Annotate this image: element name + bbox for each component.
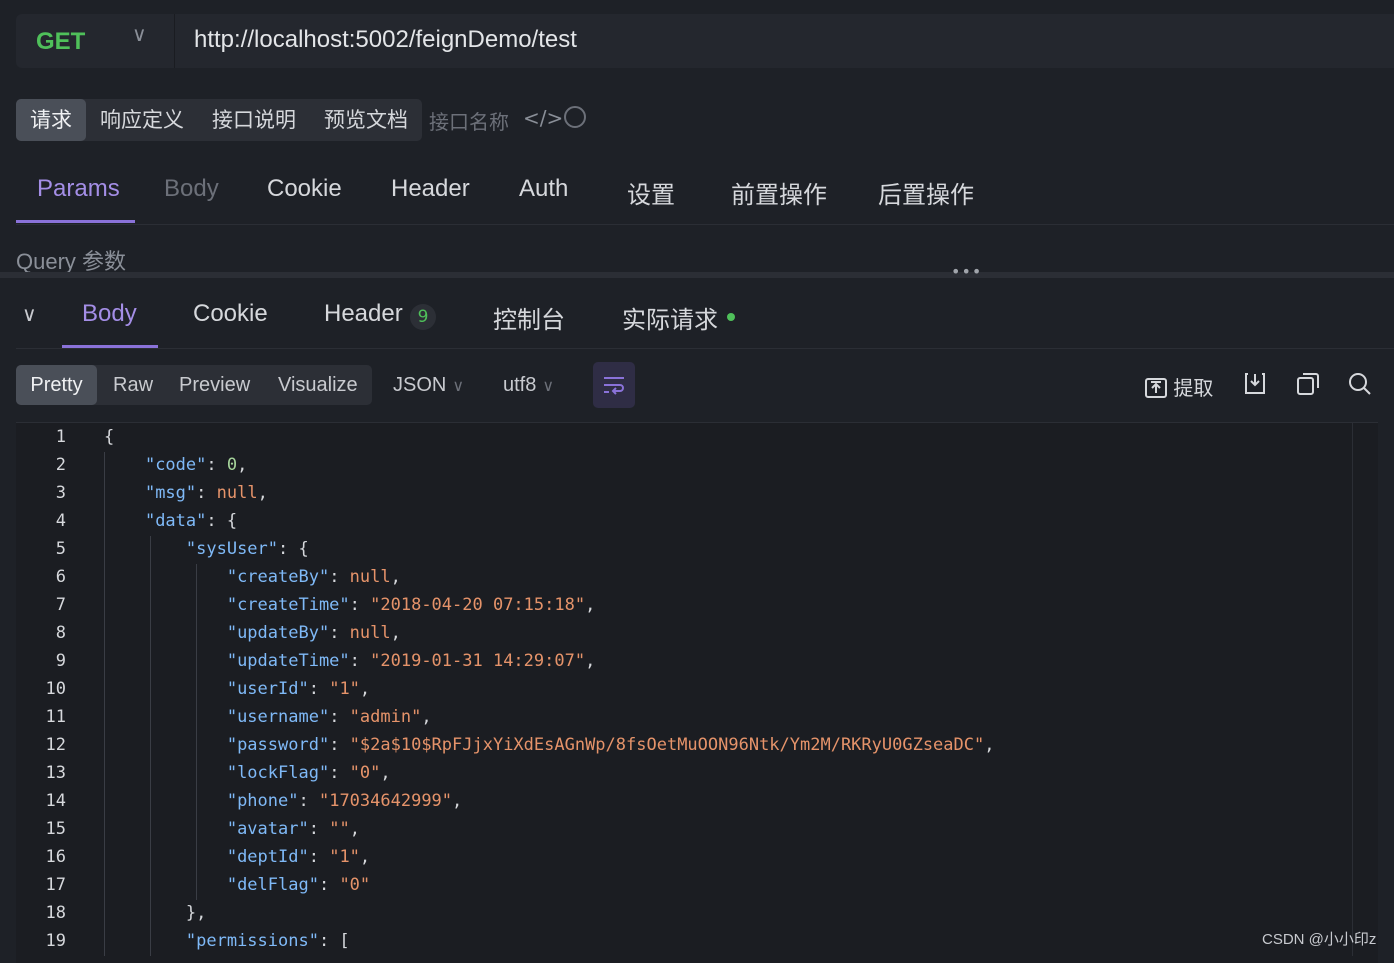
watermark: CSDN @小小印z <box>1262 931 1377 948</box>
extract-icon <box>1145 378 1167 398</box>
split-handle[interactable] <box>0 272 1394 278</box>
code-line: }, <box>104 903 207 923</box>
tab-params[interactable]: Params <box>37 175 120 203</box>
line-number: 16 <box>45 847 66 867</box>
chevron-down-icon: ∨ <box>542 378 555 395</box>
line-number: 6 <box>55 567 66 587</box>
code-line: "delFlag": "0" <box>226 875 371 895</box>
code-line: "avatar": "", <box>226 819 360 839</box>
code-line: "sysUser": { <box>185 539 309 559</box>
tab-post-operations[interactable]: 后置操作 <box>878 175 974 210</box>
line-number: 2 <box>55 455 66 475</box>
view-pretty[interactable]: Pretty <box>16 365 97 405</box>
code-line: "createBy": null, <box>226 567 401 587</box>
code-line: "lockFlag": "0", <box>226 763 391 783</box>
line-number: 8 <box>55 623 66 643</box>
line-number: 19 <box>45 931 66 951</box>
code-line: "createTime": "2018-04-20 07:15:18", <box>226 595 596 615</box>
scrollbar-track[interactable] <box>1352 422 1353 956</box>
code-line: "userId": "1", <box>226 679 371 699</box>
line-number: 3 <box>55 483 66 503</box>
tab-auth[interactable]: Auth <box>519 175 568 203</box>
format-value: JSON <box>393 374 447 396</box>
url-input[interactable]: http://localhost:5002/feignDemo/test <box>194 26 577 54</box>
tab-pre-operations[interactable]: 前置操作 <box>731 175 827 210</box>
tab-cookie[interactable]: Cookie <box>267 175 342 203</box>
code-line: "code": 0, <box>144 455 248 475</box>
tab-header[interactable]: Header <box>391 175 470 203</box>
status-dot <box>727 313 735 321</box>
view-visualize[interactable]: Visualize <box>278 365 358 405</box>
method-select[interactable]: GET <box>36 28 85 56</box>
code-line: "username": "admin", <box>226 707 432 727</box>
line-number: 7 <box>55 595 66 615</box>
code-line: "data": { <box>144 511 238 531</box>
code-line: { <box>104 427 115 447</box>
line-number: 15 <box>45 819 66 839</box>
refresh-icon[interactable] <box>564 106 586 128</box>
wrap-button[interactable] <box>593 362 635 408</box>
divider <box>16 224 1394 225</box>
encoding-select[interactable]: utf8 ∨ <box>503 365 554 405</box>
view-preview[interactable]: Preview <box>179 365 250 405</box>
tab-settings[interactable]: 设置 <box>627 175 675 210</box>
code-line: "phone": "17034642999", <box>226 791 463 811</box>
tab-preview-doc[interactable]: 预览文档 <box>324 99 408 141</box>
encoding-value: utf8 <box>503 374 537 396</box>
line-number: 17 <box>45 875 66 895</box>
tab-actual-request[interactable]: 实际请求 <box>622 300 718 335</box>
copy-icon[interactable] <box>1296 372 1320 400</box>
code-line: "password": "$2a$10$RpFJjxYiXdEsAGnWp/8f… <box>226 735 995 755</box>
tab-body[interactable]: Body <box>164 175 219 203</box>
line-number: 11 <box>45 707 66 727</box>
line-number: 13 <box>45 763 66 783</box>
code-line: "deptId": "1", <box>226 847 371 867</box>
search-icon[interactable] <box>1348 372 1372 400</box>
active-tab-indicator <box>16 220 135 223</box>
download-icon[interactable] <box>1244 372 1266 400</box>
line-number: 1 <box>55 427 66 447</box>
chevron-down-icon[interactable]: ∨ <box>132 22 147 46</box>
tab-console[interactable]: 控制台 <box>493 300 565 335</box>
line-number: 14 <box>45 791 66 811</box>
tab-response-cookie[interactable]: Cookie <box>193 300 268 328</box>
divider <box>16 348 1394 349</box>
extract-label: 提取 <box>1173 376 1214 400</box>
tab-response-body[interactable]: Body <box>82 300 137 328</box>
extract-button[interactable]: 提取 <box>1145 372 1213 401</box>
tab-api-description[interactable]: 接口说明 <box>212 99 296 141</box>
divider <box>174 14 175 68</box>
header-count-badge: 9 <box>410 304 436 330</box>
code-line: "updateBy": null, <box>226 623 401 643</box>
tab-response-definition[interactable]: 响应定义 <box>100 99 184 141</box>
drag-handle-icon[interactable]: ••• <box>951 262 982 281</box>
tab-request[interactable]: 请求 <box>16 99 86 141</box>
line-number: 18 <box>45 903 66 923</box>
tab-response-header[interactable]: Header <box>324 300 403 328</box>
line-number: 12 <box>45 735 66 755</box>
view-raw[interactable]: Raw <box>113 365 153 405</box>
collapse-icon[interactable]: ∨ <box>22 302 37 326</box>
wrap-icon <box>604 377 624 395</box>
code-icon[interactable]: </> <box>523 106 563 130</box>
chevron-down-icon: ∨ <box>452 378 465 395</box>
line-number: 9 <box>55 651 66 671</box>
format-select[interactable]: JSON ∨ <box>393 365 464 405</box>
line-number: 4 <box>55 511 66 531</box>
code-line: "updateTime": "2019-01-31 14:29:07", <box>226 651 596 671</box>
line-number: 5 <box>55 539 66 559</box>
line-number: 10 <box>45 679 66 699</box>
code-line: "msg": null, <box>144 483 268 503</box>
api-name-input[interactable]: 接口名称 <box>429 106 509 135</box>
code-line: "permissions": [ <box>185 931 350 951</box>
